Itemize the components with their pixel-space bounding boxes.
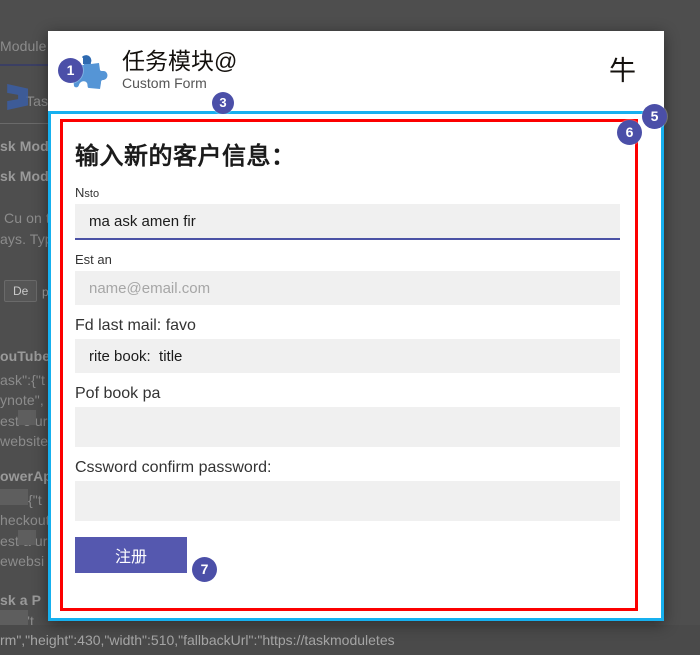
callout-badge-6: 6 bbox=[617, 120, 642, 145]
name-field-label: Nsto bbox=[75, 185, 100, 200]
background-chip-a bbox=[18, 530, 36, 545]
email-field[interactable] bbox=[75, 271, 620, 305]
background-chip-e bbox=[18, 410, 36, 425]
favorite-book-field[interactable] bbox=[75, 339, 620, 373]
favorite-book-field-label: Fd last mail: favo bbox=[75, 317, 196, 334]
form-fields: Nsto Est an Fd last mail: favo Pof book pa C… bbox=[75, 185, 635, 521]
book-page-field-label: Pof book pa bbox=[75, 385, 161, 402]
background-code-bar: rm","height":430,"width":510,"fallbackUr… bbox=[0, 625, 700, 655]
background-chip-s bbox=[0, 610, 28, 626]
name-field-group: Nsto bbox=[75, 185, 635, 240]
callout-badge-3: 3 bbox=[212, 92, 234, 114]
form-heading: 输入新的客户信息： bbox=[75, 143, 296, 170]
favorite-book-field-group: Fd last mail: favo bbox=[75, 317, 635, 373]
confirm-password-field-label: Cssword confirm password: bbox=[75, 459, 272, 476]
email-field-group: Est an bbox=[75, 252, 635, 305]
callout-badge-5: 5 bbox=[642, 104, 667, 129]
confirm-password-field-group: Cssword confirm password: bbox=[75, 459, 635, 521]
dialog-body: 输入新的客户信息： Nsto Est an Fd last mail: favo Po… bbox=[63, 122, 635, 608]
dialog-title: 任务模块@ bbox=[122, 47, 238, 74]
screenshot-root: Module T Task sk Mod sk Mod Cu on t ays. Typ o… bbox=[0, 0, 700, 655]
name-field-label-sub: sto bbox=[84, 188, 100, 200]
background-chip-as bbox=[0, 489, 28, 505]
dialog-subtitle: Custom Form bbox=[122, 75, 207, 92]
background-divider-2 bbox=[0, 123, 48, 124]
background-pill-label: De bbox=[13, 284, 29, 298]
task-module-dialog: 任务模块@ Custom Form 牛 输入新的客户信息： Nsto Est an… bbox=[48, 31, 664, 621]
dialog-header: 任务模块@ Custom Form 牛 bbox=[48, 31, 664, 111]
book-page-field-group: Pof book pa bbox=[75, 385, 635, 447]
background-divider bbox=[0, 64, 48, 66]
register-button[interactable]: 注册 bbox=[75, 537, 187, 573]
submit-row: 注册 bbox=[75, 537, 635, 573]
dialog-header-texts: 任务模块@ Custom Form bbox=[122, 47, 599, 93]
confirm-password-field[interactable] bbox=[75, 481, 620, 521]
book-page-field[interactable] bbox=[75, 407, 620, 447]
callout-badge-7: 7 bbox=[192, 557, 217, 582]
close-icon[interactable]: 牛 bbox=[599, 54, 646, 89]
callout-badge-1: 1 bbox=[58, 58, 83, 83]
background-code-text: rm","height":430,"width":510,"fallbackUr… bbox=[0, 632, 395, 648]
email-field-label: Est an bbox=[75, 252, 112, 267]
name-field-focus-underline bbox=[75, 238, 620, 240]
background-pill-button: De bbox=[4, 280, 38, 302]
name-field[interactable] bbox=[75, 204, 620, 238]
